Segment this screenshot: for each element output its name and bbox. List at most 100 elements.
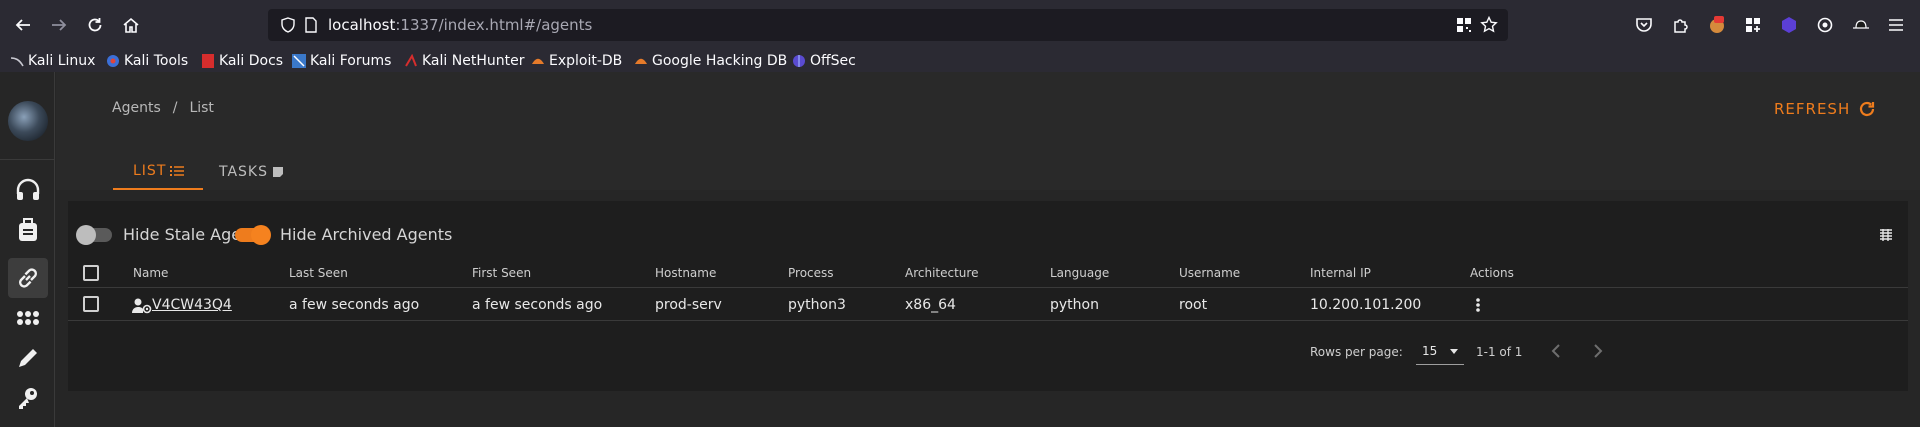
cell-hostname: prod-serv [655,297,722,313]
col-name[interactable]: Name [133,266,168,280]
bookmark-kali-forums[interactable]: Kali Forums [292,50,391,72]
sidebar-item-credentials[interactable] [8,378,48,418]
filter-toggles: Hide Stale Agents Hide Archived Agents [68,221,1908,251]
more-vert-icon[interactable] [1475,297,1481,313]
home-button[interactable] [117,11,145,39]
rows-per-page-value: 15 [1422,344,1438,358]
bookmark-kali-docs[interactable]: Kali Docs [201,50,283,72]
note-icon [273,167,283,177]
prev-page-button[interactable] [1545,339,1569,363]
extension-grid-button[interactable] [1740,12,1766,38]
url-path: :1337/index.html#/agents [395,16,593,34]
sidebar-item-stagers[interactable] [8,210,48,250]
pagination-range: 1-1 of 1 [1476,345,1523,359]
kali-tools-icon [106,54,120,68]
hide-stale-switch[interactable] [76,225,112,245]
next-page-button[interactable] [1585,339,1609,363]
hide-archived-label: Hide Archived Agents [280,225,453,244]
extensions-button[interactable] [1668,12,1694,38]
breadcrumb-separator: / [172,100,178,116]
bookmark-kali-tools[interactable]: Kali Tools [106,50,188,72]
tab-tasks-label: TASKS [219,164,268,180]
table-pagination: Rows per page: 15 1-1 of 1 [68,321,1908,381]
bookmark-label: Google Hacking DB [652,53,788,69]
col-last-seen[interactable]: Last Seen [289,266,348,280]
extension-hexagon-button[interactable] [1776,12,1802,38]
pocket-button[interactable] [1631,12,1657,38]
bookmark-kali-linux[interactable]: Kali Linux [10,50,95,72]
list-icon [170,166,185,176]
bookmark-label: Kali Forums [310,53,392,69]
col-language[interactable]: Language [1050,266,1109,280]
link-icon [19,268,37,288]
cell-architecture: x86_64 [905,297,956,313]
sidebar-item-listeners[interactable] [8,170,48,210]
key-icon [19,388,37,409]
switch-knob [251,225,271,245]
cell-first-seen: a few seconds ago [472,297,603,313]
caret-down-icon [1450,349,1458,354]
sidebar-item-agents[interactable] [8,258,48,298]
col-process[interactable]: Process [788,266,834,280]
reload-button[interactable] [81,11,109,39]
select-all-checkbox[interactable] [83,265,99,281]
refresh-icon [1860,101,1875,117]
col-first-seen[interactable]: First Seen [472,266,531,280]
browser-menu-button[interactable] [1883,12,1909,38]
table-header: Name Last Seen First Seen Hostname Proce… [68,260,1908,288]
forward-button[interactable] [45,11,73,39]
bookmark-label: Kali Linux [28,53,96,69]
bookmark-label: Kali Tools [124,53,189,69]
tab-tasks[interactable]: TASKS [219,154,284,190]
luggage-icon [19,218,37,241]
cell-last-seen: a few seconds ago [289,297,420,313]
bookmark-label: Kali NetHunter [422,53,525,69]
agent-name-link[interactable]: V4CW43Q4 [152,297,232,313]
row-checkbox[interactable] [83,296,99,312]
hide-archived-switch[interactable] [235,225,271,245]
col-hostname[interactable]: Hostname [655,266,716,280]
bookmark-exploit-db[interactable]: Exploit-DB [531,50,622,72]
bookmark-label: OffSec [810,53,856,69]
extension-gear-button[interactable] [1812,12,1838,38]
bookmark-kali-nethunter[interactable]: Kali NetHunter [404,50,524,72]
columns-icon[interactable] [1879,228,1893,242]
qr-code-icon[interactable] [1456,17,1472,33]
agents-table-panel: Hide Stale Agents Hide Archived Agents N… [68,201,1908,391]
hamburger-menu-icon [1889,19,1903,31]
bookmark-star-icon[interactable] [1480,16,1498,34]
avatar[interactable] [8,101,48,141]
extension-hat-button[interactable] [1848,12,1874,38]
tab-list[interactable]: LIST [113,154,203,190]
chevron-left-icon [1551,344,1560,358]
bookmark-offsec[interactable]: OffSec [792,50,856,72]
refresh-button[interactable]: REFRESH [1774,100,1876,118]
kali-dragon-icon [10,54,24,68]
kali-docs-icon [201,54,215,68]
breadcrumb-list: List [189,100,214,116]
table-row[interactable]: V4CW43Q4 a few seconds ago a few seconds… [68,289,1908,321]
breadcrumb-agents[interactable]: Agents [112,100,161,116]
url-bar[interactable]: localhost:1337/index.html#/agents [268,9,1508,41]
rows-per-page-label: Rows per page: [1310,345,1403,359]
tab-list-label: LIST [133,163,167,179]
extension-cookie-button[interactable] [1704,12,1730,38]
home-icon [123,17,139,33]
url-host: localhost [328,16,396,34]
bookmark-google-hacking-db[interactable]: Google Hacking DB [634,50,787,72]
sidebar-item-plugins[interactable] [8,338,48,378]
col-username[interactable]: Username [1179,266,1240,280]
back-button[interactable] [9,11,37,39]
exploit-db-icon [531,54,545,68]
reload-icon [88,18,102,32]
page-icon [305,17,317,33]
arrow-right-icon [52,19,67,31]
rows-per-page-select[interactable]: 15 [1416,339,1464,365]
agent-name[interactable]: V4CW43Q4 [152,297,232,313]
col-internal-ip[interactable]: Internal IP [1310,266,1371,280]
hat-icon [1853,20,1869,29]
refresh-label: REFRESH [1774,100,1851,118]
apps-grid-icon [17,311,39,325]
sidebar-item-modules[interactable] [8,298,48,338]
col-architecture[interactable]: Architecture [905,266,978,280]
